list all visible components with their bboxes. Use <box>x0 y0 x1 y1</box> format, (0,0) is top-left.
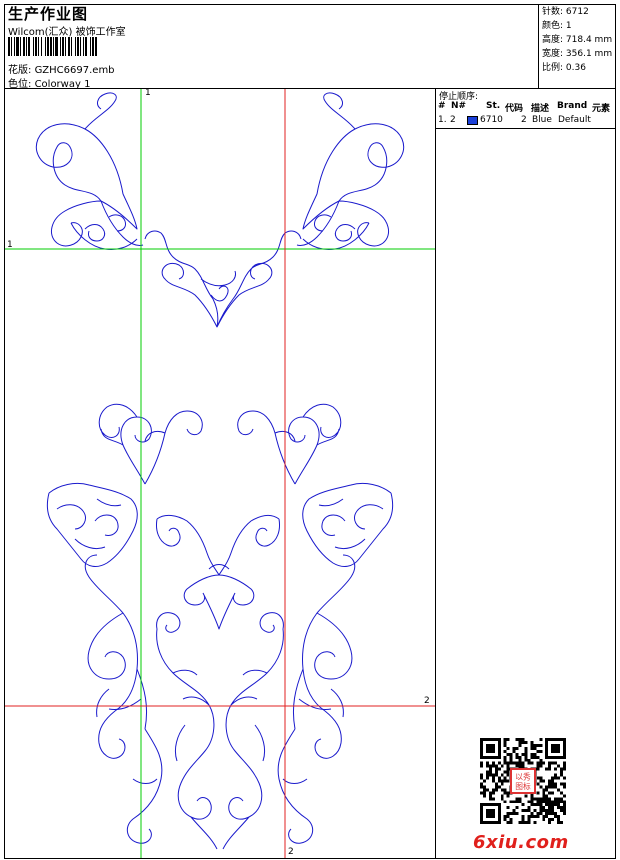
stat-stitches: 针数: 6712 <box>542 7 589 17</box>
guide-label-bottom-2: 2 <box>288 847 294 857</box>
stop-sequence-row: 1. 2 6710 2 Blue Default <box>436 115 616 127</box>
top-center-motif <box>144 230 302 328</box>
bottom-left-flourish <box>108 698 163 844</box>
lower-center-right-vine <box>222 612 284 850</box>
left-side-leaf <box>46 482 138 567</box>
embroidery-design <box>5 89 435 858</box>
col-element: 元素 <box>592 104 611 114</box>
svg-text:图标: 图标 <box>515 781 531 791</box>
company-name: Wilcom(汇众) 被饰工作室 <box>8 27 126 38</box>
watermark-site: 6xiu.com <box>473 832 569 853</box>
col-brand: Brand <box>557 101 588 111</box>
stop-sequence-divider <box>436 128 616 129</box>
top-right-inner <box>314 214 356 242</box>
sheet-title: 生产作业图 <box>8 5 89 23</box>
row-stitches: 6710 <box>480 115 503 125</box>
color-swatch <box>467 116 478 125</box>
lower-left-swirl <box>84 554 148 759</box>
lower-right-swirl <box>292 554 356 759</box>
row-description: Blue <box>532 115 552 125</box>
row-code: 2 <box>521 115 527 125</box>
design-stats: 针数: 6712 颜色: 1 高度: 718.4 mm 宽度: 356.1 mm… <box>538 4 616 88</box>
stop-sequence-header: # N# St. 代码 描述 Brand 元素 <box>436 101 616 114</box>
col-needle: N# <box>451 101 467 111</box>
lower-center-left-vine <box>156 612 218 850</box>
row-index: 1. <box>438 115 447 125</box>
barcode <box>8 37 97 56</box>
guide-label-right-2: 2 <box>424 696 430 706</box>
top-right-scroll <box>302 92 405 230</box>
stat-colors: 颜色: 1 <box>542 21 572 31</box>
guide-label-left-1: 1 <box>7 240 13 250</box>
row-brand: Default <box>558 115 591 125</box>
col-stitches: St. <box>486 101 501 111</box>
mid-right-upper-scroll <box>237 403 342 485</box>
design-file-row: 花版: GZHC6697.emb <box>8 61 115 76</box>
col-code: 代码 <box>505 104 524 114</box>
top-left-inner <box>84 214 126 242</box>
col-index: # <box>438 101 446 111</box>
stat-scale: 比例: 0.36 <box>542 63 586 73</box>
col-description: 描述 <box>531 104 550 114</box>
guide-label-top-1: 1 <box>145 88 151 98</box>
center-middle-motif <box>156 514 280 630</box>
mid-left-upper-scroll <box>98 403 203 485</box>
stat-width: 宽度: 356.1 mm <box>542 49 613 59</box>
bottom-right-flourish <box>277 698 332 844</box>
row-needle: 2 <box>450 115 456 125</box>
svg-text:以秀: 以秀 <box>515 772 531 782</box>
right-side-leaf <box>302 482 394 567</box>
stat-height: 高度: 718.4 mm <box>542 35 613 45</box>
top-left-scroll <box>35 92 138 230</box>
qr-code: 以秀 图标 <box>480 738 566 824</box>
